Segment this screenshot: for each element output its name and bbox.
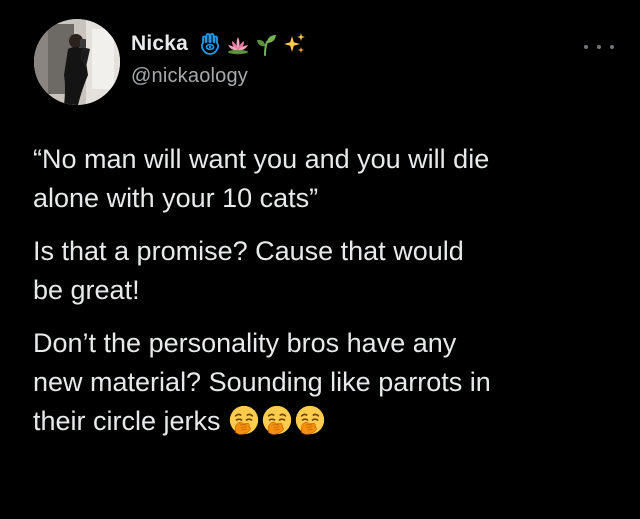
- more-horizontal-icon[interactable]: [584, 41, 614, 53]
- tweet-paragraph-material: Don’t the personality bros have any new …: [33, 324, 618, 446]
- display-name[interactable]: Nicka: [131, 32, 188, 56]
- tweet-header: Nicka @nickaology: [34, 19, 614, 105]
- yawning-face-icon: [262, 405, 291, 435]
- more-dot: [610, 45, 614, 49]
- lotus-icon: [226, 32, 250, 56]
- avatar[interactable]: [34, 19, 120, 105]
- tweet-paragraph-promise: Is that a promise? Cause that would be g…: [33, 236, 464, 305]
- name-row: Nicka: [131, 32, 310, 56]
- sparkles-icon: [282, 32, 306, 56]
- user-handle[interactable]: @nickaology: [131, 65, 248, 88]
- yawning-face-icon: [229, 405, 258, 435]
- tweet-card: Nicka @nickaology “No man will want you …: [0, 0, 640, 519]
- more-dot: [597, 45, 601, 49]
- more-dot: [584, 45, 588, 49]
- hamsa-icon: [198, 32, 222, 56]
- name-emojis: [198, 32, 310, 56]
- yawning-face-icon: [295, 405, 324, 435]
- seedling-icon: [254, 32, 278, 56]
- trailing-emojis: [229, 405, 328, 446]
- tweet-paragraph-quote: “No man will want you and you will die a…: [33, 144, 490, 213]
- tweet-text: “No man will want you and you will die a…: [33, 140, 618, 446]
